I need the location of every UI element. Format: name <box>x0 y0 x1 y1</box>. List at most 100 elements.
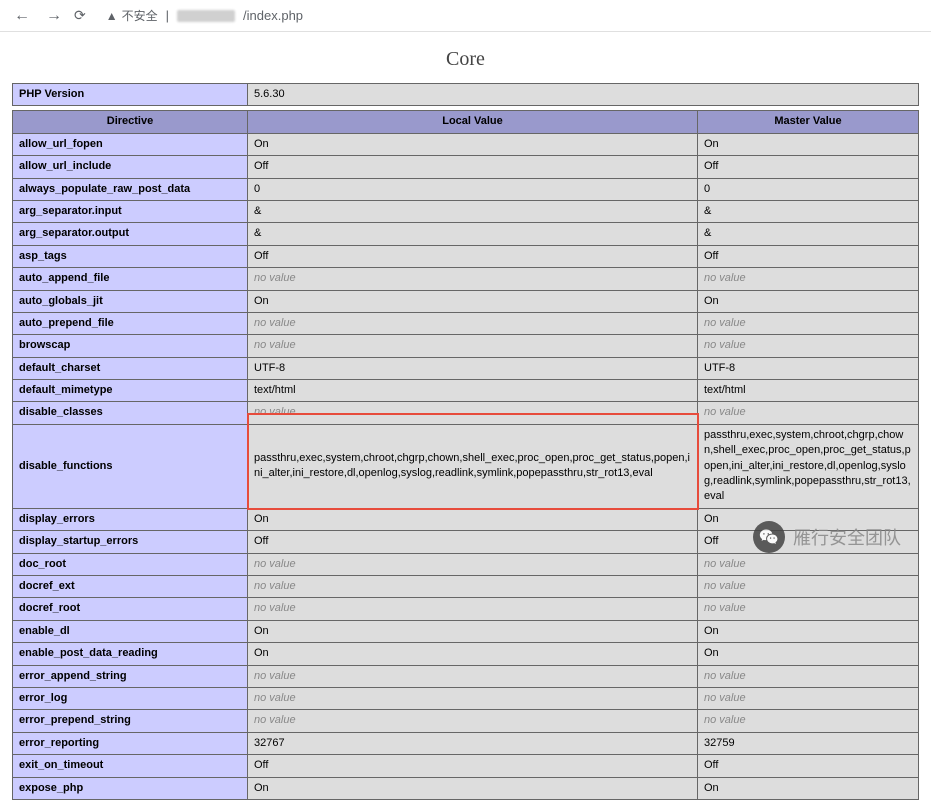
table-row: enable_dlOnOn <box>13 620 919 642</box>
local-value: no value <box>248 687 698 709</box>
local-value: no value <box>248 553 698 575</box>
master-value: no value <box>698 553 919 575</box>
table-row: allow_url_fopenOnOn <box>13 133 919 155</box>
page-title: Core <box>0 32 931 83</box>
browser-toolbar: ← → ⟳ ▲ 不安全 | xxxx /index.php <box>0 0 931 32</box>
local-value: & <box>248 223 698 245</box>
directive-name: docref_root <box>13 598 248 620</box>
forward-button[interactable]: → <box>42 7 66 25</box>
local-value: 0 <box>248 178 698 200</box>
local-value: Off <box>248 156 698 178</box>
directive-name: allow_url_include <box>13 156 248 178</box>
master-value: On <box>698 290 919 312</box>
table-row: allow_url_includeOffOff <box>13 156 919 178</box>
local-value: On <box>248 508 698 530</box>
directive-name: error_log <box>13 687 248 709</box>
table-row: error_reporting3276732759 <box>13 732 919 754</box>
back-button[interactable]: ← <box>10 7 34 25</box>
local-value: no value <box>248 335 698 357</box>
master-value: 32759 <box>698 732 919 754</box>
local-value: no value <box>248 312 698 334</box>
master-value: no value <box>698 665 919 687</box>
master-value: no value <box>698 335 919 357</box>
directive-name: arg_separator.output <box>13 223 248 245</box>
directive-name: display_errors <box>13 508 248 530</box>
directive-name: allow_url_fopen <box>13 133 248 155</box>
url-host-blurred: xxxx <box>177 10 235 22</box>
security-indicator[interactable]: ▲ 不安全 <box>106 7 158 24</box>
master-value: On <box>698 643 919 665</box>
local-value: Off <box>248 245 698 267</box>
table-row: default_mimetypetext/htmltext/html <box>13 380 919 402</box>
directive-name: exit_on_timeout <box>13 755 248 777</box>
master-value: & <box>698 200 919 222</box>
table-row: enable_post_data_readingOnOn <box>13 643 919 665</box>
directive-name: enable_post_data_reading <box>13 643 248 665</box>
table-row: disable_functionspassthru,exec,system,ch… <box>13 424 919 508</box>
master-value: no value <box>698 575 919 597</box>
master-value: Off <box>698 156 919 178</box>
master-value: On <box>698 620 919 642</box>
master-value: no value <box>698 402 919 424</box>
directive-name: auto_prepend_file <box>13 312 248 334</box>
watermark-text: 雁行安全团队 <box>793 524 901 550</box>
wechat-icon <box>753 521 785 553</box>
master-value: text/html <box>698 380 919 402</box>
header-master-value: Master Value <box>698 111 919 133</box>
header-local-value: Local Value <box>248 111 698 133</box>
directive-name: auto_globals_jit <box>13 290 248 312</box>
directive-name: doc_root <box>13 553 248 575</box>
directives-table: Directive Local Value Master Value allow… <box>12 110 919 800</box>
table-row: default_charsetUTF-8UTF-8 <box>13 357 919 379</box>
table-row: error_append_stringno valueno value <box>13 665 919 687</box>
directive-name: display_startup_errors <box>13 531 248 553</box>
directive-name: docref_ext <box>13 575 248 597</box>
local-value: no value <box>248 710 698 732</box>
php-version-table: PHP Version 5.6.30 <box>12 83 919 106</box>
table-row: arg_separator.output&& <box>13 223 919 245</box>
table-row: docref_rootno valueno value <box>13 598 919 620</box>
reload-button[interactable]: ⟳ <box>74 7 86 24</box>
table-row: exit_on_timeoutOffOff <box>13 755 919 777</box>
directive-name: disable_classes <box>13 402 248 424</box>
local-value: text/html <box>248 380 698 402</box>
table-header-row: Directive Local Value Master Value <box>13 111 919 133</box>
master-value: Off <box>698 755 919 777</box>
php-version-value: 5.6.30 <box>248 84 919 106</box>
local-value: & <box>248 200 698 222</box>
master-value: no value <box>698 687 919 709</box>
master-value: & <box>698 223 919 245</box>
directive-name: error_prepend_string <box>13 710 248 732</box>
directive-name: error_reporting <box>13 732 248 754</box>
master-value: no value <box>698 598 919 620</box>
table-row: expose_phpOnOn <box>13 777 919 799</box>
local-value: no value <box>248 402 698 424</box>
local-value: On <box>248 133 698 155</box>
local-value: passthru,exec,system,chroot,chgrp,chown,… <box>248 424 698 508</box>
directive-name: browscap <box>13 335 248 357</box>
master-value: On <box>698 133 919 155</box>
table-row: browscapno valueno value <box>13 335 919 357</box>
local-value: On <box>248 643 698 665</box>
table-row: docref_extno valueno value <box>13 575 919 597</box>
header-directive: Directive <box>13 111 248 133</box>
local-value: On <box>248 777 698 799</box>
directive-name: auto_append_file <box>13 268 248 290</box>
directive-name: always_populate_raw_post_data <box>13 178 248 200</box>
directive-name: default_mimetype <box>13 380 248 402</box>
local-value: no value <box>248 268 698 290</box>
security-label: 不安全 <box>122 7 158 24</box>
php-version-label: PHP Version <box>13 84 248 106</box>
master-value: Off <box>698 245 919 267</box>
directive-name: enable_dl <box>13 620 248 642</box>
directive-name: default_charset <box>13 357 248 379</box>
master-value: 0 <box>698 178 919 200</box>
local-value: Off <box>248 531 698 553</box>
local-value: On <box>248 620 698 642</box>
local-value: On <box>248 290 698 312</box>
local-value: no value <box>248 575 698 597</box>
master-value: UTF-8 <box>698 357 919 379</box>
watermark: 雁行安全团队 <box>753 521 901 553</box>
master-value: no value <box>698 268 919 290</box>
content-area: PHP Version 5.6.30 Directive Local Value… <box>0 83 931 800</box>
